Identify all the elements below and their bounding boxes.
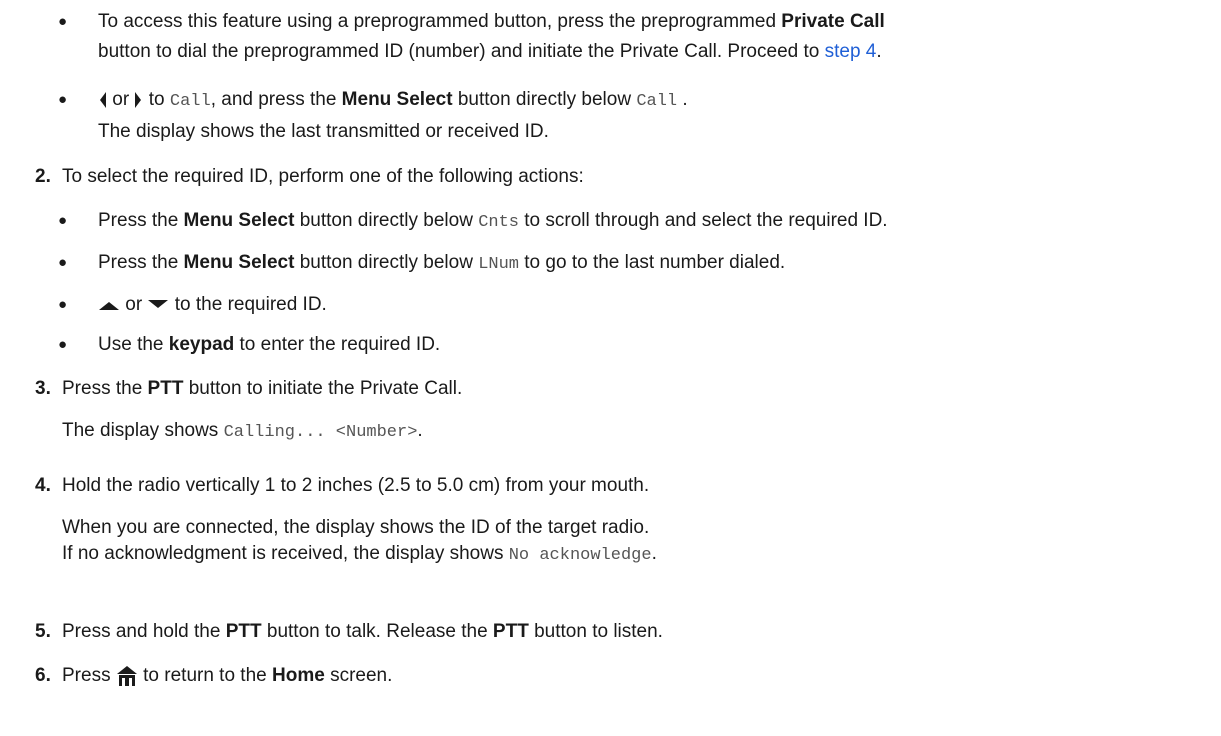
bullet-up-down: or to the required ID. <box>98 293 327 317</box>
menu-select-label: Menu Select <box>341 89 453 110</box>
menu-select-label: Menu Select <box>183 252 295 273</box>
private-call-label: Private Call <box>781 11 885 32</box>
text: button directly below <box>294 252 479 273</box>
text: button directly below <box>452 89 637 110</box>
step-number: 6. <box>35 665 51 686</box>
ptt-label: PTT <box>225 621 262 642</box>
bullet-navigate-call-line2: The display shows the last transmitted o… <box>98 121 549 142</box>
bullet: ● <box>58 296 68 313</box>
text: Press the <box>98 210 184 231</box>
step-4-no-ack: If no acknowledgment is received, the di… <box>62 542 657 568</box>
bullet: ● <box>58 212 68 229</box>
step-number: 5. <box>35 621 51 642</box>
bullet: ● <box>58 91 68 108</box>
text: to enter the required ID. <box>234 334 441 355</box>
bullet: ● <box>58 254 68 271</box>
text: Press the <box>62 378 148 399</box>
step-5-text: Press and hold the PTT button to talk. R… <box>62 620 663 644</box>
step-4-connected: When you are connected, the display show… <box>62 517 650 538</box>
text: , and press the <box>210 89 342 110</box>
step-2-text: To select the required ID, perform one o… <box>62 166 584 187</box>
text: Press <box>62 665 111 686</box>
bullet-preprogrammed-line1: To access this feature using a preprogra… <box>98 10 885 34</box>
menu-select-label: Menu Select <box>183 210 295 231</box>
text: button to listen. <box>528 621 663 642</box>
text: button to talk. Release the <box>261 621 493 642</box>
step-number: 4. <box>35 475 51 496</box>
text: screen. <box>324 665 393 686</box>
text: Use the <box>98 334 169 355</box>
bullet: ● <box>58 336 68 353</box>
step-4-link[interactable]: step 4 <box>825 41 877 62</box>
ptt-label: PTT <box>492 621 529 642</box>
text: or <box>112 89 130 110</box>
down-arrow-icon <box>148 299 169 308</box>
step-3-text: Press the PTT button to initiate the Pri… <box>62 377 462 401</box>
left-arrow-icon <box>100 91 106 108</box>
display-calling-text: Calling... <Number> <box>223 423 418 442</box>
text: to <box>148 89 165 110</box>
right-arrow-icon <box>135 91 142 108</box>
display-lnum-label: LNum <box>478 255 519 274</box>
display-no-acknowledge-text: No acknowledge <box>508 546 652 565</box>
text: to go to the last number dialed. <box>519 252 786 273</box>
bullet-cnts: Press the Menu Select button directly be… <box>98 209 888 235</box>
bullet-navigate-call: or to Call, and press the Menu Select bu… <box>98 88 688 114</box>
text: If no acknowledgment is received, the di… <box>62 543 509 564</box>
step-number: 3. <box>35 378 51 399</box>
step-3-display: The display shows Calling... <Number>. <box>62 419 423 445</box>
display-cnts-label: Cnts <box>478 213 519 232</box>
text: Press and hold the <box>62 621 226 642</box>
text: . <box>417 420 423 441</box>
text: Press the <box>98 252 184 273</box>
bullet: ● <box>58 13 68 30</box>
text: to the required ID. <box>174 294 327 315</box>
text: or <box>125 294 143 315</box>
keypad-label: keypad <box>168 334 235 355</box>
text: button to initiate the Private Call. <box>183 378 463 399</box>
step-6-text: Press to return to the Home screen. <box>62 664 392 688</box>
bullet-keypad: Use the keypad to enter the required ID. <box>98 333 440 357</box>
text: . <box>651 543 657 564</box>
display-call-label: Call <box>169 92 211 111</box>
home-icon <box>116 665 137 686</box>
text: to scroll through and select the require… <box>519 210 888 231</box>
home-label: Home <box>272 665 325 686</box>
ptt-label: PTT <box>147 378 184 399</box>
text: button directly below <box>294 210 479 231</box>
text: To access this feature using a preprogra… <box>98 11 782 32</box>
step-4-text: Hold the radio vertically 1 to 2 inches … <box>62 475 650 496</box>
step-number: 2. <box>35 166 51 187</box>
bullet-preprogrammed-line2: button to dial the preprogrammed ID (num… <box>98 40 882 64</box>
text: button to dial the preprogrammed ID (num… <box>98 41 825 62</box>
display-call-label: Call <box>636 92 678 111</box>
text: . <box>876 41 882 62</box>
text: The display shows <box>62 420 224 441</box>
bullet-lnum: Press the Menu Select button directly be… <box>98 251 785 277</box>
up-arrow-icon <box>99 301 119 310</box>
text: to return to the <box>143 665 272 686</box>
text: . <box>682 89 688 110</box>
